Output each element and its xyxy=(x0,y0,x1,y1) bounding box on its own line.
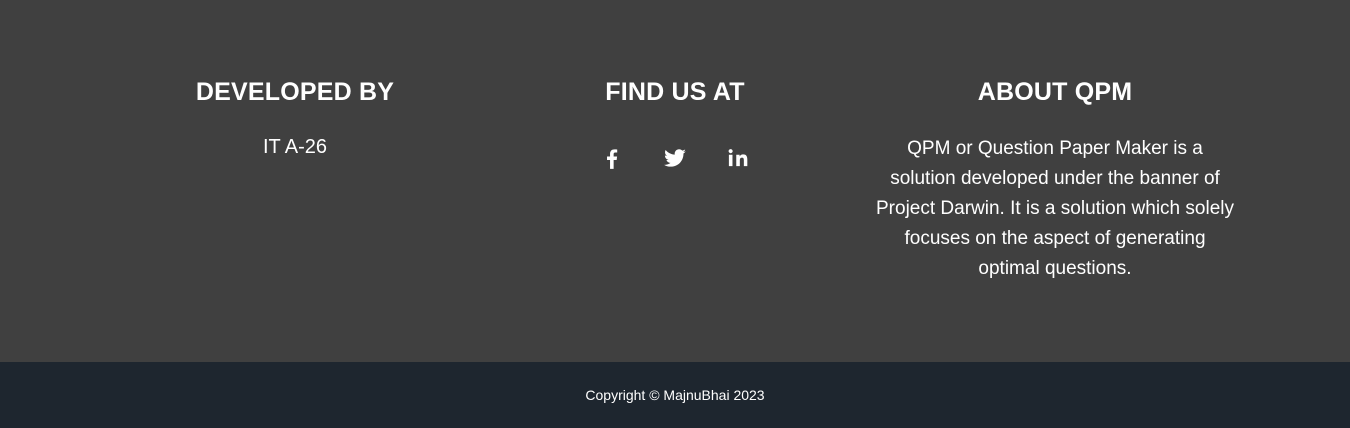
copyright-bar: Copyright © MajnuBhai 2023 xyxy=(0,362,1350,428)
facebook-icon xyxy=(607,149,618,169)
find-us-heading: FIND US AT xyxy=(605,78,745,106)
about-heading: ABOUT QPM xyxy=(977,78,1133,106)
about-text: QPM or Question Paper Maker is a solutio… xyxy=(876,138,1234,279)
social-links xyxy=(525,145,825,171)
developer-name: IT A-26 xyxy=(262,136,328,158)
copyright-text: Copyright © MajnuBhai 2023 xyxy=(585,387,765,403)
footer-main: DEVELOPED BY IT A-26 FIND US AT ABOUT QP… xyxy=(0,0,1350,362)
linkedin-icon xyxy=(728,149,748,167)
twitter-icon xyxy=(663,149,686,167)
linkedin-link[interactable] xyxy=(723,145,753,171)
twitter-link[interactable] xyxy=(660,145,690,171)
facebook-link[interactable] xyxy=(597,145,627,171)
developed-by-heading: DEVELOPED BY xyxy=(195,78,395,106)
